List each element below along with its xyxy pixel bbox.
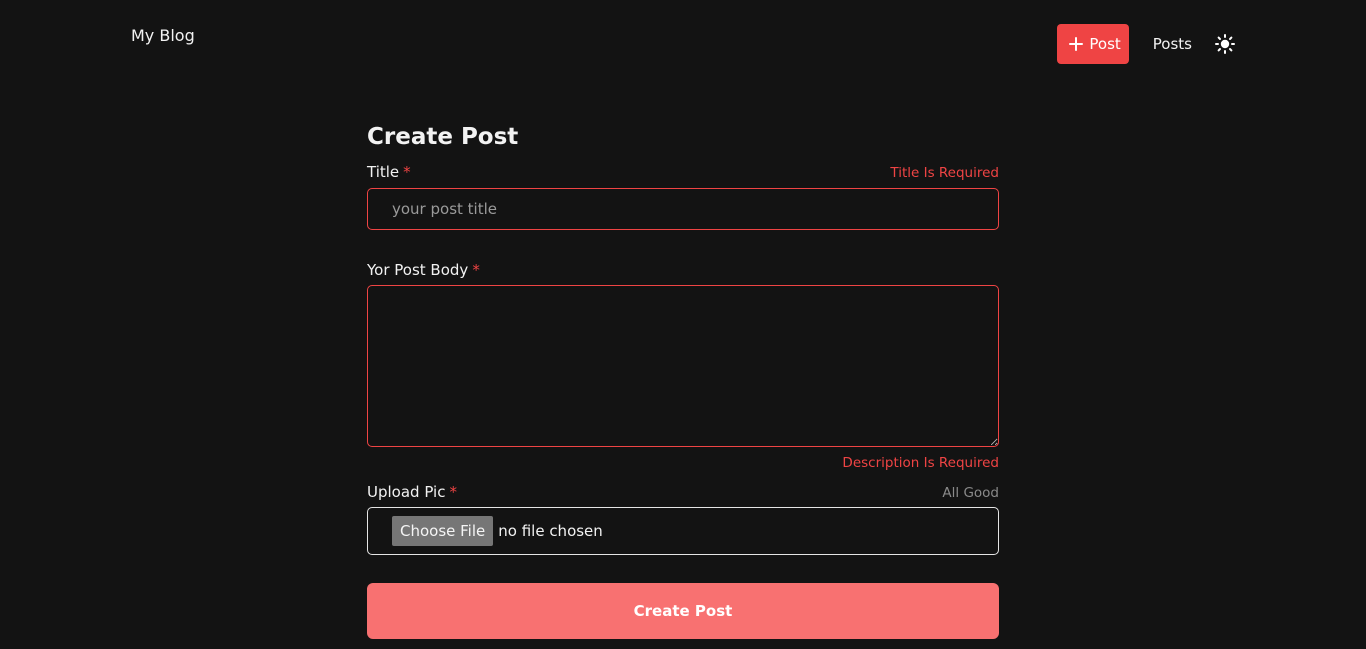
upload-field-header: Upload Pic * All Good <box>367 483 999 501</box>
choose-file-button[interactable]: Choose File <box>392 516 494 546</box>
brand-link[interactable]: My Blog <box>131 26 195 45</box>
required-mark: * <box>472 261 480 279</box>
sun-icon <box>1215 34 1235 54</box>
top-nav: Post Posts <box>1057 24 1236 64</box>
title-error: Title Is Required <box>890 165 999 181</box>
required-mark: * <box>403 163 411 181</box>
body-textarea[interactable] <box>367 285 999 447</box>
title-field-header: Title * Title Is Required <box>367 163 999 181</box>
new-post-label: Post <box>1089 35 1121 53</box>
body-error-row: Description Is Required <box>367 452 999 471</box>
plus-icon <box>1069 37 1084 51</box>
body-field-header: Yor Post Body * <box>367 261 999 279</box>
file-upload-input[interactable]: Choose File no file chosen <box>367 507 999 555</box>
body-label: Yor Post Body * <box>367 261 480 279</box>
upload-status: All Good <box>942 485 999 501</box>
body-error: Description Is Required <box>842 455 999 471</box>
new-post-button[interactable]: Post <box>1057 24 1129 64</box>
create-post-form: Create Post Title* Title Is Required Yor… <box>367 122 999 639</box>
posts-link[interactable]: Posts <box>1153 35 1192 53</box>
theme-toggle-button[interactable] <box>1214 33 1236 55</box>
required-mark: * <box>449 483 457 501</box>
file-status-text: no file chosen <box>498 522 603 540</box>
create-post-submit-button[interactable]: Create Post <box>367 583 999 639</box>
submit-label: Create Post <box>633 602 733 620</box>
title-input[interactable] <box>367 188 999 230</box>
create-post-page: My Blog Post Posts Create Post Title * T… <box>0 0 1366 649</box>
title-label: Title * <box>367 163 411 181</box>
form-heading: Create Post <box>367 124 519 150</box>
upload-label: Upload Pic * <box>367 483 457 501</box>
